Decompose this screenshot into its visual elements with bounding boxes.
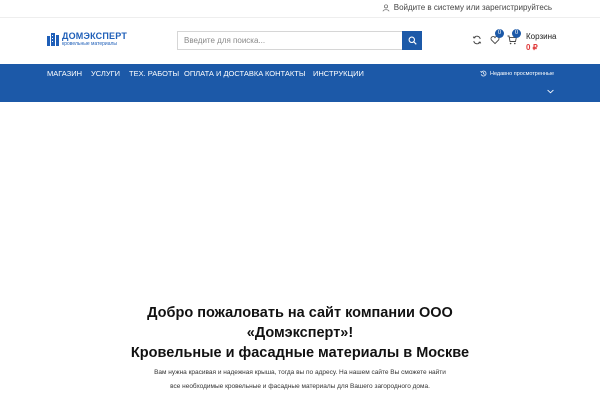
nav-item-shop[interactable]: МАГАЗИН <box>47 69 82 78</box>
cart-label[interactable]: Корзина <box>526 32 556 41</box>
site-header: ДОМЭКСПЕРТ кровельные материалы 0 0 Корз… <box>0 18 600 64</box>
login-register-link[interactable]: Войдите в систему или зарегистрируйтесь <box>382 3 552 12</box>
refresh-compare-icon[interactable] <box>472 35 482 45</box>
description-line-1: Вам нужна красивая и надежная крыша, тог… <box>154 369 446 376</box>
logo-title: ДОМЭКСПЕРТ <box>62 31 128 41</box>
history-icon <box>480 70 487 77</box>
nav-item-instructions[interactable]: ИНСТРУКЦИИ <box>313 69 364 78</box>
user-icon <box>382 3 390 12</box>
wishlist-count-badge: 0 <box>495 29 504 38</box>
welcome-line-1: Добро пожаловать на сайт компании ООО <box>147 305 453 321</box>
building-logo-icon <box>47 33 59 46</box>
search-button[interactable] <box>402 31 422 50</box>
top-bar: Войдите в систему или зарегистрируйтесь <box>0 0 600 17</box>
search-input[interactable] <box>178 32 403 49</box>
nav-item-contacts[interactable]: КОНТАКТЫ <box>265 69 305 78</box>
nav-item-services[interactable]: УСЛУГИ <box>91 69 120 78</box>
welcome-description: Вам нужна красивая и надежная крыша, тог… <box>100 366 500 394</box>
main-navigation: МАГАЗИН УСЛУГИ ТЕХ. РАБОТЫ ОПЛАТА И ДОСТ… <box>0 64 600 102</box>
login-register-text[interactable]: Войдите в систему или зарегистрируйтесь <box>394 3 552 12</box>
recently-viewed-link[interactable]: Недавно просмотренные <box>480 70 554 77</box>
site-logo[interactable]: ДОМЭКСПЕРТ кровельные материалы <box>47 32 127 48</box>
description-line-2: все необходимые кровельные и фасадные ма… <box>170 383 430 390</box>
logo-text: ДОМЭКСПЕРТ кровельные материалы <box>62 32 127 47</box>
chevron-down-icon[interactable] <box>547 89 554 94</box>
logo-subtitle: кровельные материалы <box>62 41 117 47</box>
nav-item-payment-delivery[interactable]: ОПЛАТА И ДОСТАВКА <box>184 69 263 78</box>
welcome-line-3: Кровельные и фасадные материалы в Москве <box>130 345 470 361</box>
cart-count-badge: 0 <box>512 29 521 38</box>
search-icon <box>408 36 417 45</box>
recently-viewed-label[interactable]: Недавно просмотренные <box>490 71 554 77</box>
search-box <box>177 31 422 50</box>
welcome-line-2: «Домэксперт»! <box>246 325 354 341</box>
cart-total: 0 ₽ <box>526 43 538 52</box>
nav-item-tech-works[interactable]: ТЕХ. РАБОТЫ <box>129 69 179 78</box>
welcome-heading: Добро пожаловать на сайт компании ООО «Д… <box>100 303 500 363</box>
